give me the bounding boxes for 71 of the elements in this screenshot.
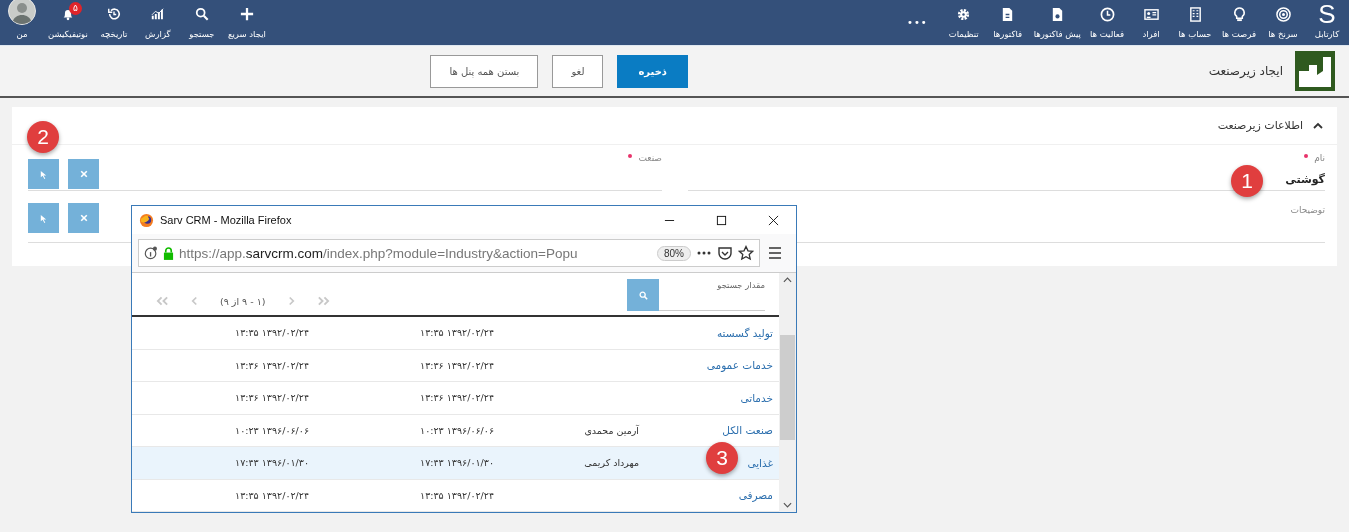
table-cell: ۱۳۹۶/۰۶/۰۶ ۱۰:۲۳: [235, 424, 309, 436]
table-cell: ۱۳۹۲/۰۲/۲۴ ۱۳:۳۵: [420, 489, 494, 501]
nav-item[interactable]: فعالیت ها: [1085, 0, 1129, 45]
nav-label: نوتیفیکیشن: [48, 29, 88, 39]
table-row[interactable]: تولید گسسته ۱۳۹۲/۰۲/۲۴ ۱۳:۳۵ ۱۳۹۲/۰۲/۲۴ ۱۳:۳۵: [132, 317, 779, 350]
more-button[interactable]: •••: [907, 17, 928, 28]
nav-label: حساب ها: [1178, 29, 1212, 39]
nav-label: تنظیمات: [948, 29, 979, 39]
nav-item[interactable]: سرنخ ها: [1261, 0, 1305, 45]
nav-item[interactable]: افراد: [1129, 0, 1173, 45]
zoom-level[interactable]: 80%: [657, 245, 691, 261]
toolbar-button[interactable]: لغو: [552, 54, 604, 88]
table-cell: ۱۳۹۲/۰۲/۲۴ ۱۳:۳۶: [235, 392, 309, 404]
nav-label: سرنخ ها: [1268, 29, 1298, 39]
industry-link[interactable]: خدمات عمومی: [706, 359, 773, 372]
field-label: صنعت: [638, 153, 662, 163]
panel-title: اطلاعات زیرصنعت: [1217, 119, 1303, 132]
table-cell: مهرداد کریمی: [584, 457, 639, 469]
industry-link[interactable]: خدماتی: [740, 391, 773, 404]
nav-item[interactable]: حساب ها: [1173, 0, 1217, 45]
nav-label: فرصت ها: [1221, 29, 1257, 39]
table-row[interactable]: خدماتی ۱۳۹۲/۰۲/۲۴ ۱۳:۳۶ ۱۳۹۲/۰۲/۲۴ ۱۳:۳۶: [132, 382, 779, 415]
table-cell: ۱۳۹۶/۰۱/۳۰ ۱۷:۴۳: [235, 457, 309, 469]
address-bar[interactable]: https://app.sarvcrm.com/index.php?module=Industry&action=Popu 80%: [138, 239, 760, 267]
field-label: مقدار جستجو: [717, 280, 765, 290]
save-button[interactable]: ذخیره: [617, 54, 688, 88]
nav-item[interactable]: نوتیفیکیشن ۵: [44, 0, 92, 45]
nav-item[interactable]: جستجو: [179, 0, 224, 45]
nav-item[interactable]: فاکتورها: [985, 0, 1030, 45]
table-cell: ۱۳۹۲/۰۲/۲۴ ۱۳:۳۶: [420, 392, 494, 404]
table-cell: ۱۳۹۶/۰۶/۰۶ ۱۰:۲۳: [420, 424, 494, 436]
table-cell: ۱۳۹۲/۰۲/۲۴ ۱۳:۳۵: [420, 327, 494, 339]
nav-label: فعالیت ها: [1090, 29, 1124, 39]
nav-label: گزارش: [145, 29, 171, 39]
nav-item[interactable]: فرصت ها: [1217, 0, 1261, 45]
window-title: Sarv CRM - Mozilla Firefox: [160, 214, 292, 226]
field-label: توضیحات: [1290, 205, 1325, 215]
nav-item[interactable]: تاریخچه: [91, 0, 136, 45]
nav-label: افراد: [1142, 29, 1160, 39]
nav-item[interactable]: تنظیمات: [941, 0, 986, 45]
toolbar-button[interactable]: بستن همه پنل ها: [430, 54, 539, 88]
field-label: نام: [1314, 153, 1325, 163]
page-title: ایجاد زیرصنعت: [1208, 64, 1283, 78]
nav-item[interactable]: ایجاد سریع: [223, 0, 270, 45]
industry-link[interactable]: غذایی: [747, 456, 773, 469]
nav-label: من: [16, 29, 28, 39]
nav-item[interactable]: پیش فاکتورها: [1029, 0, 1085, 45]
industry-link[interactable]: مصرفی: [738, 489, 773, 502]
table-cell: ۱۳۹۲/۰۲/۲۴ ۱۳:۳۵: [235, 489, 309, 501]
nav-label: تاریخچه: [100, 29, 128, 39]
table-cell: ۱۳۹۲/۰۲/۲۴ ۱۳:۳۶: [420, 359, 494, 371]
nav-label: ایجاد سریع: [227, 29, 266, 39]
notification-badge: ۵: [68, 2, 82, 15]
logo: S: [1318, 3, 1336, 25]
table-row[interactable]: مصرفی ۱۳۹۲/۰۲/۲۴ ۱۳:۳۵ ۱۳۹۲/۰۲/۲۴ ۱۳:۳۵: [132, 479, 779, 512]
table-cell: ۱۳۹۶/۰۱/۳۰ ۱۷:۴۳: [420, 457, 494, 469]
table-cell: ۱۳۹۲/۰۲/۲۴ ۱۳:۳۶: [235, 359, 309, 371]
page-info: (۱ - ۹ از ۹): [220, 295, 266, 307]
nav-label: فاکتورها: [993, 29, 1023, 39]
industry-link[interactable]: تولید گسسته: [716, 326, 773, 339]
url-text: https://app.sarvcrm.com/index.php?module=Industry&action=Popu: [179, 245, 579, 261]
table-row[interactable]: خدمات عمومی ۱۳۹۲/۰۲/۲۴ ۱۳:۳۶ ۱۳۹۲/۰۲/۲۴ ۱۳:۳۶: [132, 349, 779, 382]
nav-label: پیش فاکتورها: [1033, 29, 1081, 39]
nav-item[interactable]: من: [0, 0, 44, 45]
field-value: گوشتی: [1285, 173, 1325, 186]
nav-label: جستجو: [189, 29, 215, 39]
nav-label: کارتابل: [1314, 29, 1340, 39]
nav-item[interactable]: گزارش: [135, 0, 180, 45]
table-cell: ۱۳۹۲/۰۲/۲۴ ۱۳:۳۵: [235, 327, 309, 339]
table-cell: آرمین محمدی: [584, 424, 639, 436]
industry-link[interactable]: صنعت الکل: [722, 424, 773, 437]
